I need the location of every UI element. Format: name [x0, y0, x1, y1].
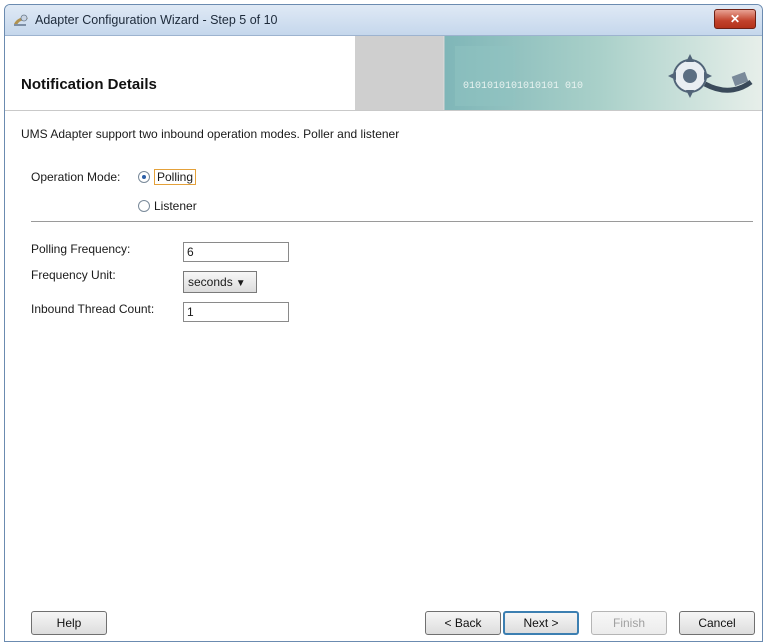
header-banner-image: 0101010101010101 010 [355, 36, 762, 110]
cancel-button[interactable]: Cancel [679, 611, 755, 635]
wizard-window: Adapter Configuration Wizard - Step 5 of… [4, 4, 763, 642]
close-button[interactable]: ✕ [714, 9, 756, 29]
wizard-content: UMS Adapter support two inbound operatio… [5, 111, 762, 641]
title-bar: Adapter Configuration Wizard - Step 5 of… [5, 5, 762, 36]
radio-polling[interactable]: Polling [138, 169, 197, 185]
help-button[interactable]: Help [31, 611, 107, 635]
thread-count-label: Inbound Thread Count: [31, 302, 155, 316]
thread-count-input[interactable]: 1 [183, 302, 289, 322]
next-button[interactable]: Next > [503, 611, 579, 635]
polling-frequency-label: Polling Frequency: [31, 242, 131, 256]
back-button[interactable]: < Back [425, 611, 501, 635]
radio-polling-label[interactable]: Polling [154, 169, 197, 185]
banner-binary-text: 0101010101010101 010 [463, 81, 583, 92]
radio-listener-label[interactable]: Listener [154, 199, 197, 213]
wizard-app-icon [13, 13, 29, 27]
intro-text: UMS Adapter support two inbound operatio… [21, 127, 400, 141]
frequency-unit-label: Frequency Unit: [31, 268, 116, 282]
polling-frequency-value: 6 [187, 245, 194, 259]
frequency-unit-value: seconds [188, 275, 233, 289]
frequency-unit-select[interactable]: seconds ▼ [183, 271, 257, 293]
chevron-down-icon: ▼ [235, 278, 246, 289]
operation-mode-label: Operation Mode: [31, 170, 121, 184]
page-title: Notification Details [21, 76, 157, 93]
wizard-header: Notification Details 0101010101010101 01… [5, 36, 762, 111]
separator [31, 221, 753, 222]
finish-button[interactable]: Finish [591, 611, 667, 635]
close-icon: ✕ [729, 12, 741, 26]
window-title: Adapter Configuration Wizard - Step 5 of… [35, 13, 278, 27]
radio-listener-indicator[interactable] [138, 200, 150, 212]
polling-frequency-input[interactable]: 6 [183, 242, 289, 262]
radio-listener[interactable]: Listener [138, 199, 197, 213]
radio-polling-indicator[interactable] [138, 171, 150, 183]
thread-count-value: 1 [187, 305, 194, 319]
